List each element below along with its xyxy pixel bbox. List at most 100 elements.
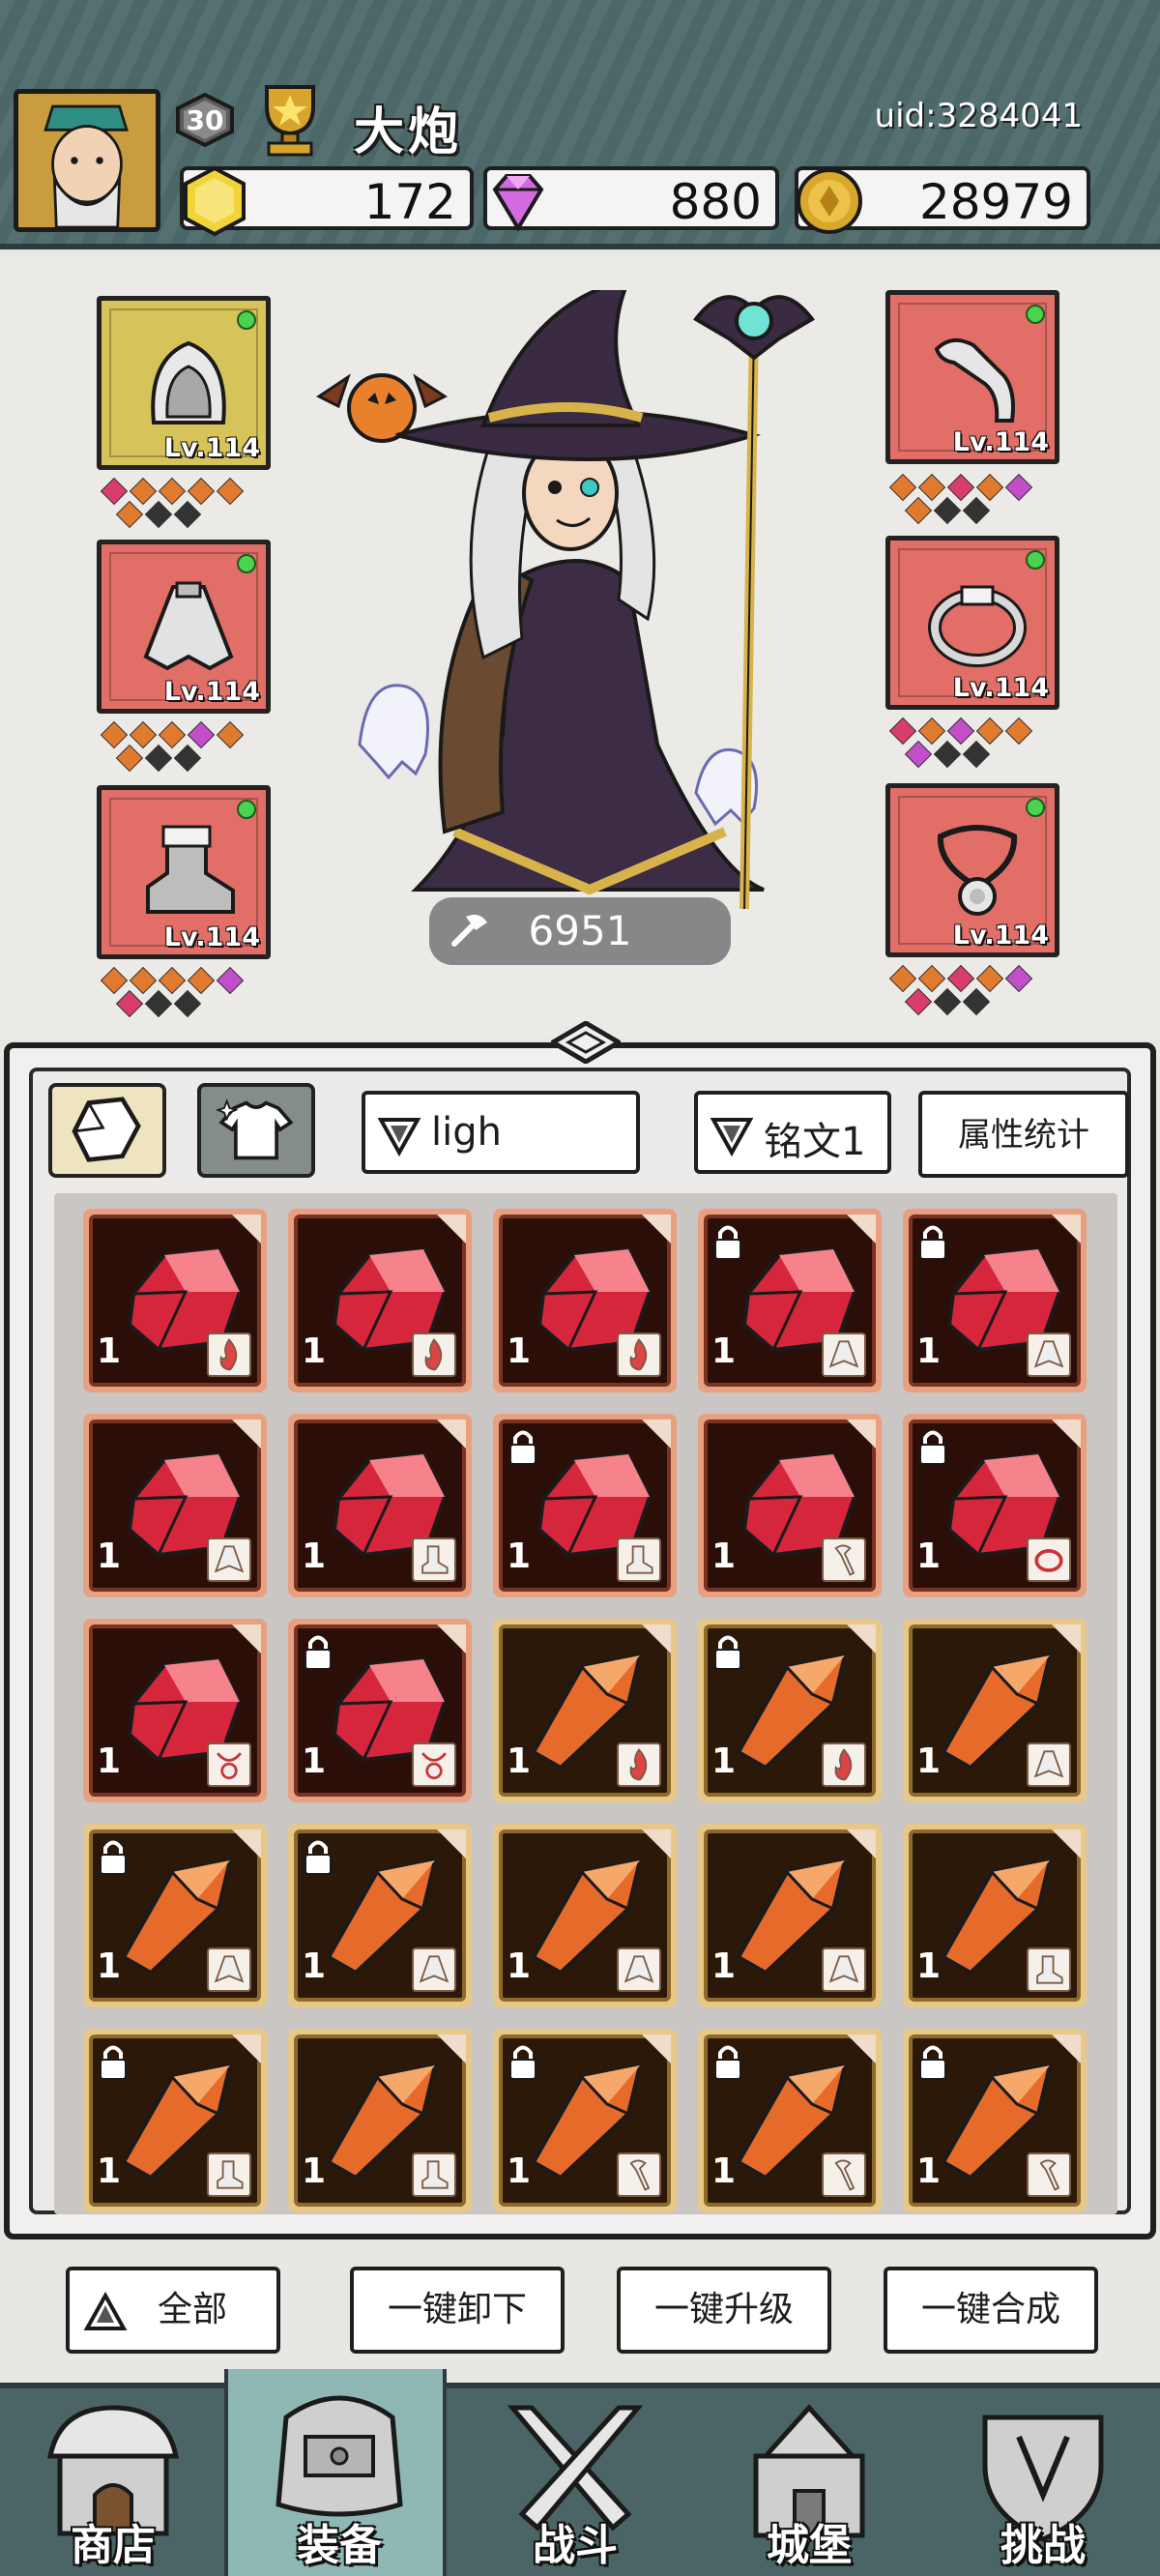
equip-slot-ring[interactable]: Lv.114 (885, 536, 1059, 710)
nav-challenge[interactable]: 挑战 (932, 2388, 1154, 2576)
equip-slot-boots[interactable]: Lv.114 (97, 785, 271, 959)
player-avatar[interactable] (14, 89, 160, 232)
inventory-item-slot[interactable]: 1 (698, 2029, 882, 2212)
inventory-item-slot[interactable]: 1 (288, 2029, 472, 2212)
inventory-item-slot[interactable]: 1 (493, 1209, 677, 1392)
item-quantity: 1 (916, 1537, 942, 1576)
item-quantity: 1 (97, 1947, 122, 1986)
inventory-item-slot[interactable]: 1 (698, 1824, 882, 2007)
boot-type-icon (617, 1537, 661, 1582)
filter-value: ligh (431, 1110, 502, 1155)
lock-icon (100, 1840, 127, 1875)
equip-level: Lv.114 (163, 433, 260, 463)
player-name: 大炮 (354, 103, 463, 161)
upgrade-all-button[interactable]: 一键升级 (617, 2267, 831, 2354)
cloak-type-icon (207, 1947, 251, 1992)
ring-type-icon (1027, 1537, 1071, 1582)
inventory-item-slot[interactable]: 1 (288, 1619, 472, 1802)
inventory-item-slot[interactable]: 1 (83, 1619, 267, 1802)
inventory-item-slot[interactable]: 1 (83, 2029, 267, 2212)
nav-label: 城堡 (767, 2521, 852, 2570)
staff-type-icon (617, 2152, 661, 2197)
tab-runes[interactable] (48, 1083, 166, 1178)
merge-all-button[interactable]: 一键合成 (884, 2267, 1098, 2354)
lock-icon (919, 1430, 946, 1465)
show-all-button[interactable]: 全部 (66, 2267, 280, 2354)
currency-gold-hex[interactable]: 172 (180, 165, 474, 237)
staff-type-icon (1027, 2152, 1071, 2197)
filter-value: 铭文1 (764, 1120, 866, 1164)
inventory-item-slot[interactable]: 1 (288, 1824, 472, 2007)
inventory-item-slot[interactable]: 1 (83, 1209, 267, 1392)
inventory-item-slot[interactable]: 1 (698, 1619, 882, 1802)
upgrade-available-dot (237, 554, 256, 573)
item-quantity: 1 (302, 2152, 327, 2191)
attribute-stats-button[interactable]: 属性统计 (918, 1091, 1129, 1178)
amulet-type-icon (412, 1742, 456, 1787)
boots-icon (146, 825, 235, 914)
hood-icon (151, 340, 226, 424)
boot-type-icon (1027, 1947, 1071, 1992)
inventory-item-slot[interactable]: 1 (493, 1414, 677, 1597)
inventory-item-slot[interactable]: 1 (903, 1414, 1087, 1597)
nav-equipment[interactable]: 装备 (224, 2369, 447, 2576)
item-grid: 1 1 1 1 1 1 1 1 1 1 1 1 1 1 1 1 1 1 1 1 1 1 1 1 1 (54, 1193, 1117, 2214)
inventory-item-slot[interactable]: 1 (493, 2029, 677, 2212)
nav-shop[interactable]: 商店 (2, 2388, 224, 2576)
top-header: 30 大炮 uid:3284041 172 880 28979 (0, 0, 1160, 249)
socket-gems (97, 719, 271, 773)
tab-equipment[interactable] (197, 1083, 315, 1178)
item-quantity: 1 (711, 1742, 737, 1781)
item-quantity: 1 (302, 1742, 327, 1781)
equip-level: Lv.114 (163, 922, 260, 952)
item-quantity: 1 (916, 1742, 942, 1781)
inventory-item-slot[interactable]: 1 (83, 1414, 267, 1597)
currency-value: 880 (669, 174, 762, 230)
trophy-icon[interactable] (253, 77, 327, 157)
combat-power-display: 6951 (429, 897, 731, 965)
inventory-item-slot[interactable]: 1 (698, 1209, 882, 1392)
ring-icon (928, 585, 1027, 667)
inventory-item-slot[interactable]: 1 (83, 1824, 267, 2007)
lock-icon (919, 1225, 946, 1260)
currency-coin[interactable]: 28979 (795, 166, 1090, 234)
cloak-type-icon (412, 1947, 456, 1992)
inventory-item-slot[interactable]: 1 (903, 2029, 1087, 2212)
inventory-item-slot[interactable]: 1 (698, 1414, 882, 1597)
equip-slot-amulet[interactable]: Lv.114 (885, 783, 1059, 957)
socket-gems (885, 716, 1059, 769)
hero-witch-character[interactable] (309, 290, 851, 928)
boot-type-icon (207, 2152, 251, 2197)
player-level-badge: 30 (174, 92, 236, 148)
cloak-type-icon (207, 1537, 251, 1582)
upgrade-available-dot (1026, 305, 1045, 324)
filter-dropdown-2[interactable]: 铭文1 (694, 1091, 891, 1174)
item-quantity: 1 (507, 1947, 532, 1986)
flame-type-icon (617, 1332, 661, 1377)
nav-battle[interactable]: 战斗 (464, 2388, 686, 2576)
currency-diamond[interactable]: 880 (483, 166, 779, 232)
amulet-type-icon (207, 1742, 251, 1787)
equip-slot-cloak[interactable]: Lv.114 (97, 540, 271, 714)
inventory-item-slot[interactable]: 1 (903, 1209, 1087, 1392)
inventory-item-slot[interactable]: 1 (288, 1209, 472, 1392)
inventory-item-slot[interactable]: 1 (288, 1414, 472, 1597)
item-quantity: 1 (302, 1947, 327, 1986)
equip-slot-hood[interactable]: Lv.114 (97, 296, 271, 470)
inventory-item-slot[interactable]: 1 (903, 1824, 1087, 2007)
inventory-item-slot[interactable]: 1 (493, 1619, 677, 1802)
flame-type-icon (617, 1742, 661, 1787)
item-quantity: 1 (507, 1742, 532, 1781)
unequip-all-button[interactable]: 一键卸下 (350, 2267, 565, 2354)
equip-slot-bone-weapon[interactable]: Lv.114 (885, 290, 1059, 464)
inventory-item-slot[interactable]: 1 (493, 1824, 677, 2007)
item-quantity: 1 (711, 1537, 737, 1576)
filter-dropdown-1[interactable]: ligh (362, 1091, 640, 1174)
upgrade-available-dot (237, 800, 256, 819)
nav-castle[interactable]: 城堡 (698, 2388, 920, 2576)
boot-type-icon (412, 2152, 456, 2197)
item-quantity: 1 (97, 1332, 122, 1371)
inventory-item-slot[interactable]: 1 (903, 1619, 1087, 1802)
item-quantity: 1 (711, 1947, 737, 1986)
panel-notch-icon (551, 1021, 621, 1064)
